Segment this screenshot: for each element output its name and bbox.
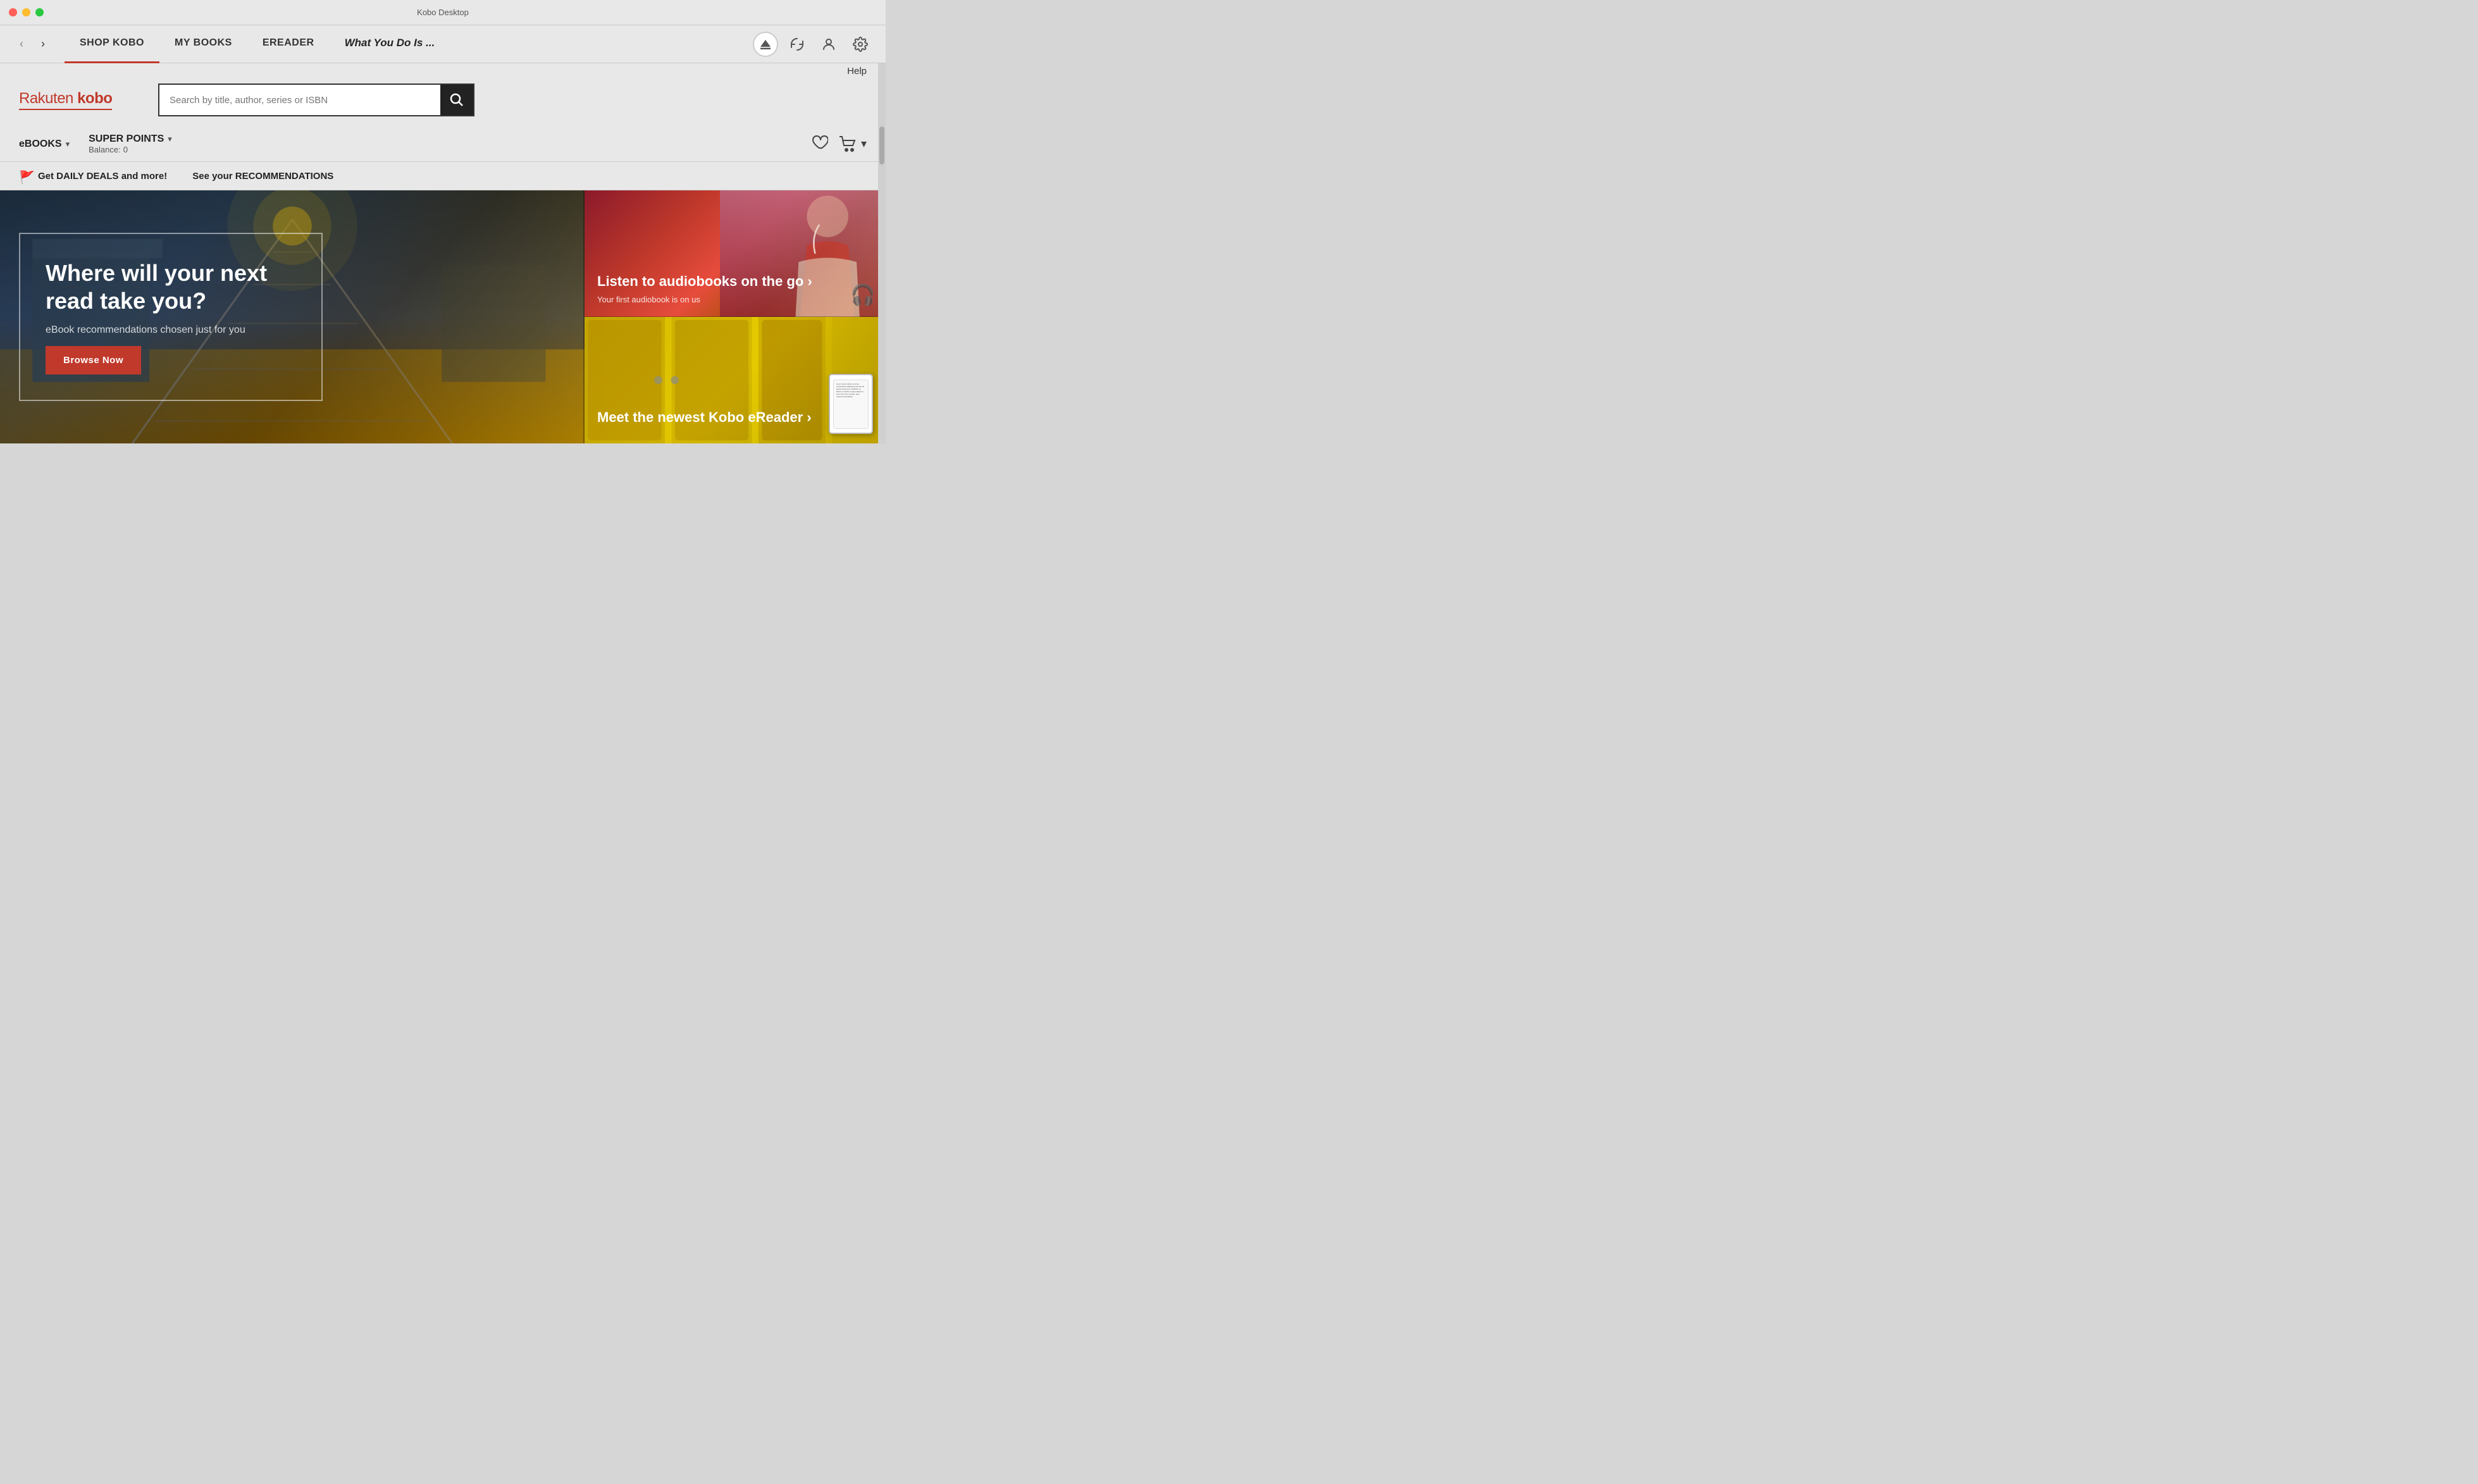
hero-subtitle: eBook recommendations chosen just for yo… <box>46 325 296 336</box>
tab-reading-title[interactable]: What You Do Is ... <box>330 25 450 63</box>
wishlist-button[interactable] <box>810 133 828 155</box>
logo-search-row: Rakuten kobo <box>0 78 886 127</box>
titlebar: Kobo Desktop <box>0 0 886 25</box>
eject-button[interactable] <box>753 32 778 57</box>
search-button[interactable] <box>440 85 473 115</box>
scrollbar-thumb[interactable] <box>879 127 884 164</box>
heart-icon <box>810 133 828 151</box>
search-bar <box>158 83 474 116</box>
search-input[interactable] <box>159 85 440 115</box>
navbar: ‹ › SHOP KOBO MY BOOKS EREADER What You … <box>0 25 886 63</box>
cart-icon <box>838 135 858 153</box>
account-button[interactable] <box>816 32 841 57</box>
balance-label: Balance: <box>89 145 121 154</box>
banner-area: Where will your next read take you? eBoo… <box>0 190 886 443</box>
headphone-icon: 🎧 <box>850 283 876 307</box>
ereader-title: Meet the newest Kobo eReader › <box>597 409 812 426</box>
ereader-banner[interactable]: Lorem ipsum dolor sit amet consectetur a… <box>585 317 886 443</box>
logo-rakuten: Rakuten <box>19 90 77 107</box>
ereader-device: Lorem ipsum dolor sit amet consectetur a… <box>829 374 873 434</box>
window-controls <box>9 8 44 16</box>
cart-button[interactable]: ▾ <box>838 135 867 153</box>
eject-icon <box>759 38 772 51</box>
hero-title: Where will your next read take you? <box>46 259 296 314</box>
hero-content: Where will your next read take you? eBoo… <box>19 233 323 400</box>
browse-now-button[interactable]: Browse Now <box>46 346 141 374</box>
side-banners: Listen to audiobooks on the go › Your fi… <box>585 190 886 443</box>
nav-right-icons <box>753 32 873 57</box>
promo-bar: 🚩 Get DAILY DEALS and more! See your REC… <box>0 162 886 190</box>
help-bar: Help <box>0 63 886 78</box>
back-button[interactable]: ‹ <box>13 35 30 53</box>
close-window-button[interactable] <box>9 8 17 16</box>
logo-kobo: kobo <box>77 90 112 107</box>
nav-tabs: SHOP KOBO MY BOOKS EREADER What You Do I… <box>65 25 753 63</box>
scrollbar-track <box>878 63 886 443</box>
tab-shop-kobo[interactable]: SHOP KOBO <box>65 25 159 63</box>
audiobooks-title: Listen to audiobooks on the go › <box>597 273 812 290</box>
secondary-nav-left: eBOOKS ▾ SUPER POINTS ▾ Balance: 0 <box>19 133 810 154</box>
window-title: Kobo Desktop <box>417 8 469 17</box>
recommendations-link[interactable]: See your RECOMMENDATIONS <box>192 171 333 182</box>
secondary-nav: eBOOKS ▾ SUPER POINTS ▾ Balance: 0 <box>0 127 886 162</box>
super-points-chevron-icon: ▾ <box>168 134 172 144</box>
logo-underline <box>19 109 112 110</box>
minimize-window-button[interactable] <box>22 8 30 16</box>
flag-icon: 🚩 <box>19 170 32 182</box>
maximize-window-button[interactable] <box>35 8 44 16</box>
sync-button[interactable] <box>784 32 810 57</box>
tab-ereader[interactable]: EREADER <box>247 25 330 63</box>
account-icon <box>821 37 836 52</box>
ereader-content: Meet the newest Kobo eReader › <box>597 409 812 431</box>
hero-banner[interactable]: Where will your next read take you? eBoo… <box>0 190 585 443</box>
audiobooks-subtitle: Your first audiobook is on us <box>597 295 812 304</box>
audiobooks-content: Listen to audiobooks on the go › Your fi… <box>597 273 812 304</box>
balance-value: 0 <box>123 145 128 154</box>
super-points-dropdown[interactable]: SUPER POINTS ▾ Balance: 0 <box>89 133 172 154</box>
settings-button[interactable] <box>848 32 873 57</box>
gear-icon <box>853 37 868 52</box>
cart-chevron-icon: ▾ <box>861 137 867 151</box>
tab-my-books[interactable]: MY BOOKS <box>159 25 247 63</box>
sync-icon <box>790 37 805 52</box>
ebooks-dropdown[interactable]: eBOOKS ▾ <box>19 139 70 150</box>
audiobooks-banner[interactable]: Listen to audiobooks on the go › Your fi… <box>585 190 886 317</box>
search-icon <box>450 93 464 107</box>
rakuten-kobo-logo[interactable]: Rakuten kobo <box>19 90 146 110</box>
ebooks-chevron-icon: ▾ <box>66 139 70 149</box>
daily-deals-link[interactable]: 🚩 Get DAILY DEALS and more! <box>19 170 167 182</box>
forward-button[interactable]: › <box>34 35 52 53</box>
help-link[interactable]: Help <box>847 66 867 77</box>
nav-arrows: ‹ › <box>13 35 52 53</box>
secondary-nav-right: ▾ <box>810 133 867 155</box>
